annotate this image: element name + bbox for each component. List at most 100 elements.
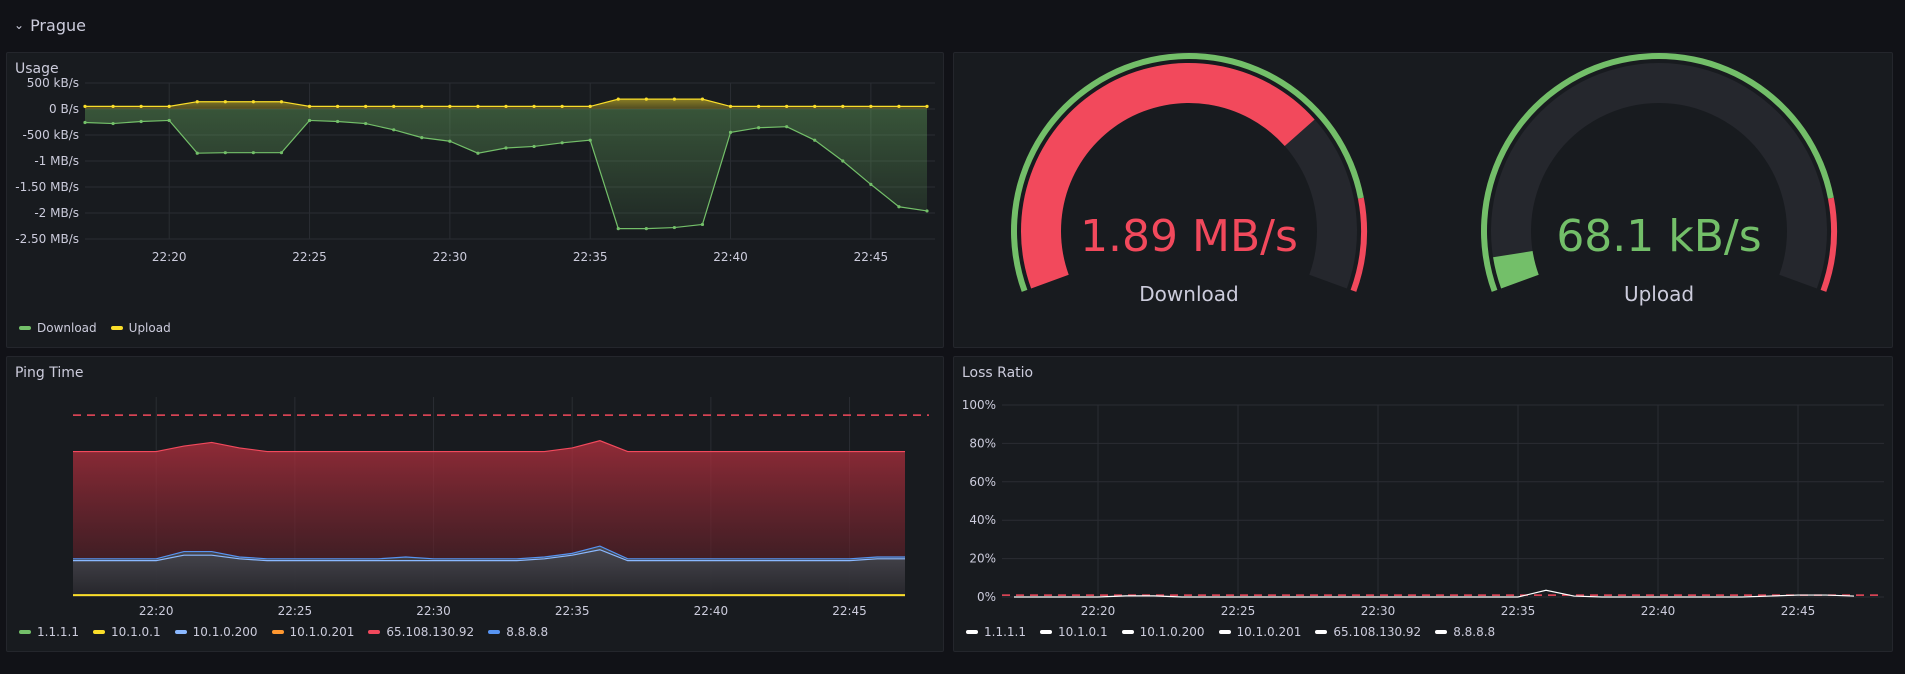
data-point [251, 100, 255, 104]
legend-label: 65.108.130.92 [1333, 625, 1422, 639]
data-point [364, 121, 368, 126]
data-point [504, 146, 508, 150]
data-point [785, 125, 789, 129]
data-point [588, 104, 592, 108]
y-tick-label: 60% [969, 475, 996, 489]
upload-gauge[interactable]: 68.1 kB/s Upload [1424, 52, 1894, 349]
data-point [897, 205, 901, 209]
data-point [757, 104, 761, 108]
data-point [448, 139, 452, 143]
data-point [392, 128, 396, 132]
data-point [700, 97, 705, 101]
data-point [336, 119, 340, 124]
legend-item[interactable]: 1.1.1.1 [966, 625, 1026, 639]
data-point [644, 227, 648, 231]
data-point [532, 104, 536, 108]
legend-swatch [488, 630, 501, 634]
data-point [672, 225, 677, 230]
x-tick-label: 22:45 [832, 604, 867, 618]
data-point [111, 121, 115, 126]
gauge-value-arc [1493, 251, 1539, 289]
legend-swatch [368, 630, 381, 634]
data-point [336, 104, 340, 108]
download-gauge[interactable]: 1.89 MB/s Download [954, 52, 1424, 349]
data-point [813, 104, 817, 108]
legend-item[interactable]: 10.1.0.200 [174, 625, 258, 639]
y-tick-label: -1 MB/s [34, 154, 79, 168]
legend-item[interactable]: 10.1.0.1 [92, 625, 161, 639]
x-tick-label: 22:40 [1641, 604, 1676, 618]
data-point [167, 118, 171, 123]
data-point [111, 104, 115, 108]
data-point [700, 222, 705, 227]
row-header[interactable]: ⌄ Prague [0, 0, 1905, 50]
x-tick-label: 22:35 [573, 250, 608, 264]
legend-item[interactable]: Download [19, 321, 97, 335]
legend-swatch [1315, 630, 1328, 634]
loss-chart[interactable]: 100% 80% 60% 40% 20% 0% 22:20 22:25 22:30 22:35 22… [954, 357, 1894, 653]
legend-label: 10.1.0.1 [110, 625, 161, 639]
legend-item[interactable]: 8.8.8.8 [488, 625, 548, 639]
ping-chart[interactable]: 22:20 22:25 22:30 22:35 22:40 22:45 [7, 357, 945, 653]
legend-item[interactable]: 1.1.1.1 [19, 625, 79, 639]
data-point [279, 100, 284, 104]
x-tick-label: 22:40 [694, 604, 729, 618]
row-title[interactable]: Prague [30, 16, 86, 35]
data-point [644, 97, 648, 101]
data-point [364, 104, 368, 108]
legend-item[interactable]: 10.1.0.201 [1218, 625, 1301, 639]
usage-chart[interactable]: 500 kB/s 0 B/s -500 kB/s -1 MB/s -1.50 MB/s -… [7, 53, 945, 349]
legend-item[interactable]: 10.1.0.1 [1039, 625, 1108, 639]
y-tick-label: 80% [969, 436, 996, 450]
data-point [560, 104, 564, 108]
data-point [448, 104, 452, 108]
data-point [83, 120, 87, 125]
y-tick-label: -500 kB/s [22, 128, 79, 142]
legend-label: 65.108.130.92 [386, 625, 475, 639]
legend-swatch [19, 630, 31, 634]
x-tick-label: 22:25 [278, 604, 313, 618]
data-point [813, 138, 817, 142]
data-point [223, 151, 227, 155]
y-tick-label: -2 MB/s [34, 206, 79, 220]
legend-swatch [174, 630, 187, 634]
legend-item[interactable]: 65.108.130.92 [1315, 625, 1421, 639]
data-point [757, 126, 761, 130]
legend-label: 10.1.0.200 [192, 625, 258, 639]
data-point [925, 104, 929, 108]
legend-item[interactable]: 10.1.0.201 [271, 625, 354, 639]
data-point [167, 104, 171, 108]
ping-legend: 1.1.1.1 10.1.0.1 10.1.0.200 10.1.0.201 65.10… [19, 625, 548, 639]
gauge-label: Download [1139, 282, 1238, 306]
legend-swatch [1039, 630, 1052, 634]
legend-label: 8.8.8.8 [1453, 625, 1496, 639]
x-tick-label: 22:25 [292, 250, 327, 264]
data-point [139, 119, 143, 124]
legend-swatch [110, 326, 123, 330]
legend-label: 8.8.8.8 [506, 625, 549, 639]
legend-label: 10.1.0.200 [1139, 625, 1205, 639]
data-point [785, 104, 789, 108]
data-point [616, 227, 620, 231]
data-point [841, 104, 845, 108]
data-point [560, 141, 564, 145]
chevron-down-icon[interactable]: ⌄ [14, 18, 24, 32]
legend-item[interactable]: 8.8.8.8 [1435, 625, 1495, 639]
legend-item[interactable]: 65.108.130.92 [368, 625, 474, 639]
y-tick-label: 40% [969, 513, 996, 527]
x-tick-label: 22:30 [1361, 604, 1396, 618]
x-tick-label: 22:40 [713, 250, 748, 264]
legend-item[interactable]: Upload [110, 321, 171, 335]
y-tick-label: -1.50 MB/s [15, 180, 79, 194]
legend-item[interactable]: 10.1.0.200 [1121, 625, 1205, 639]
data-point [476, 151, 480, 155]
data-point [476, 104, 480, 108]
x-tick-label: 22:30 [433, 250, 468, 264]
x-tick-label: 22:25 [1221, 604, 1256, 618]
usage-panel: Usage 500 kB/s 0 B/s -500 kB/s -1 MB/s -1.50… [6, 52, 944, 348]
legend-swatch [1435, 630, 1448, 634]
y-tick-label: 100% [962, 398, 996, 412]
gauge-value: 68.1 kB/s [1556, 211, 1761, 262]
legend-label: Download [37, 321, 97, 335]
data-point [869, 182, 873, 186]
